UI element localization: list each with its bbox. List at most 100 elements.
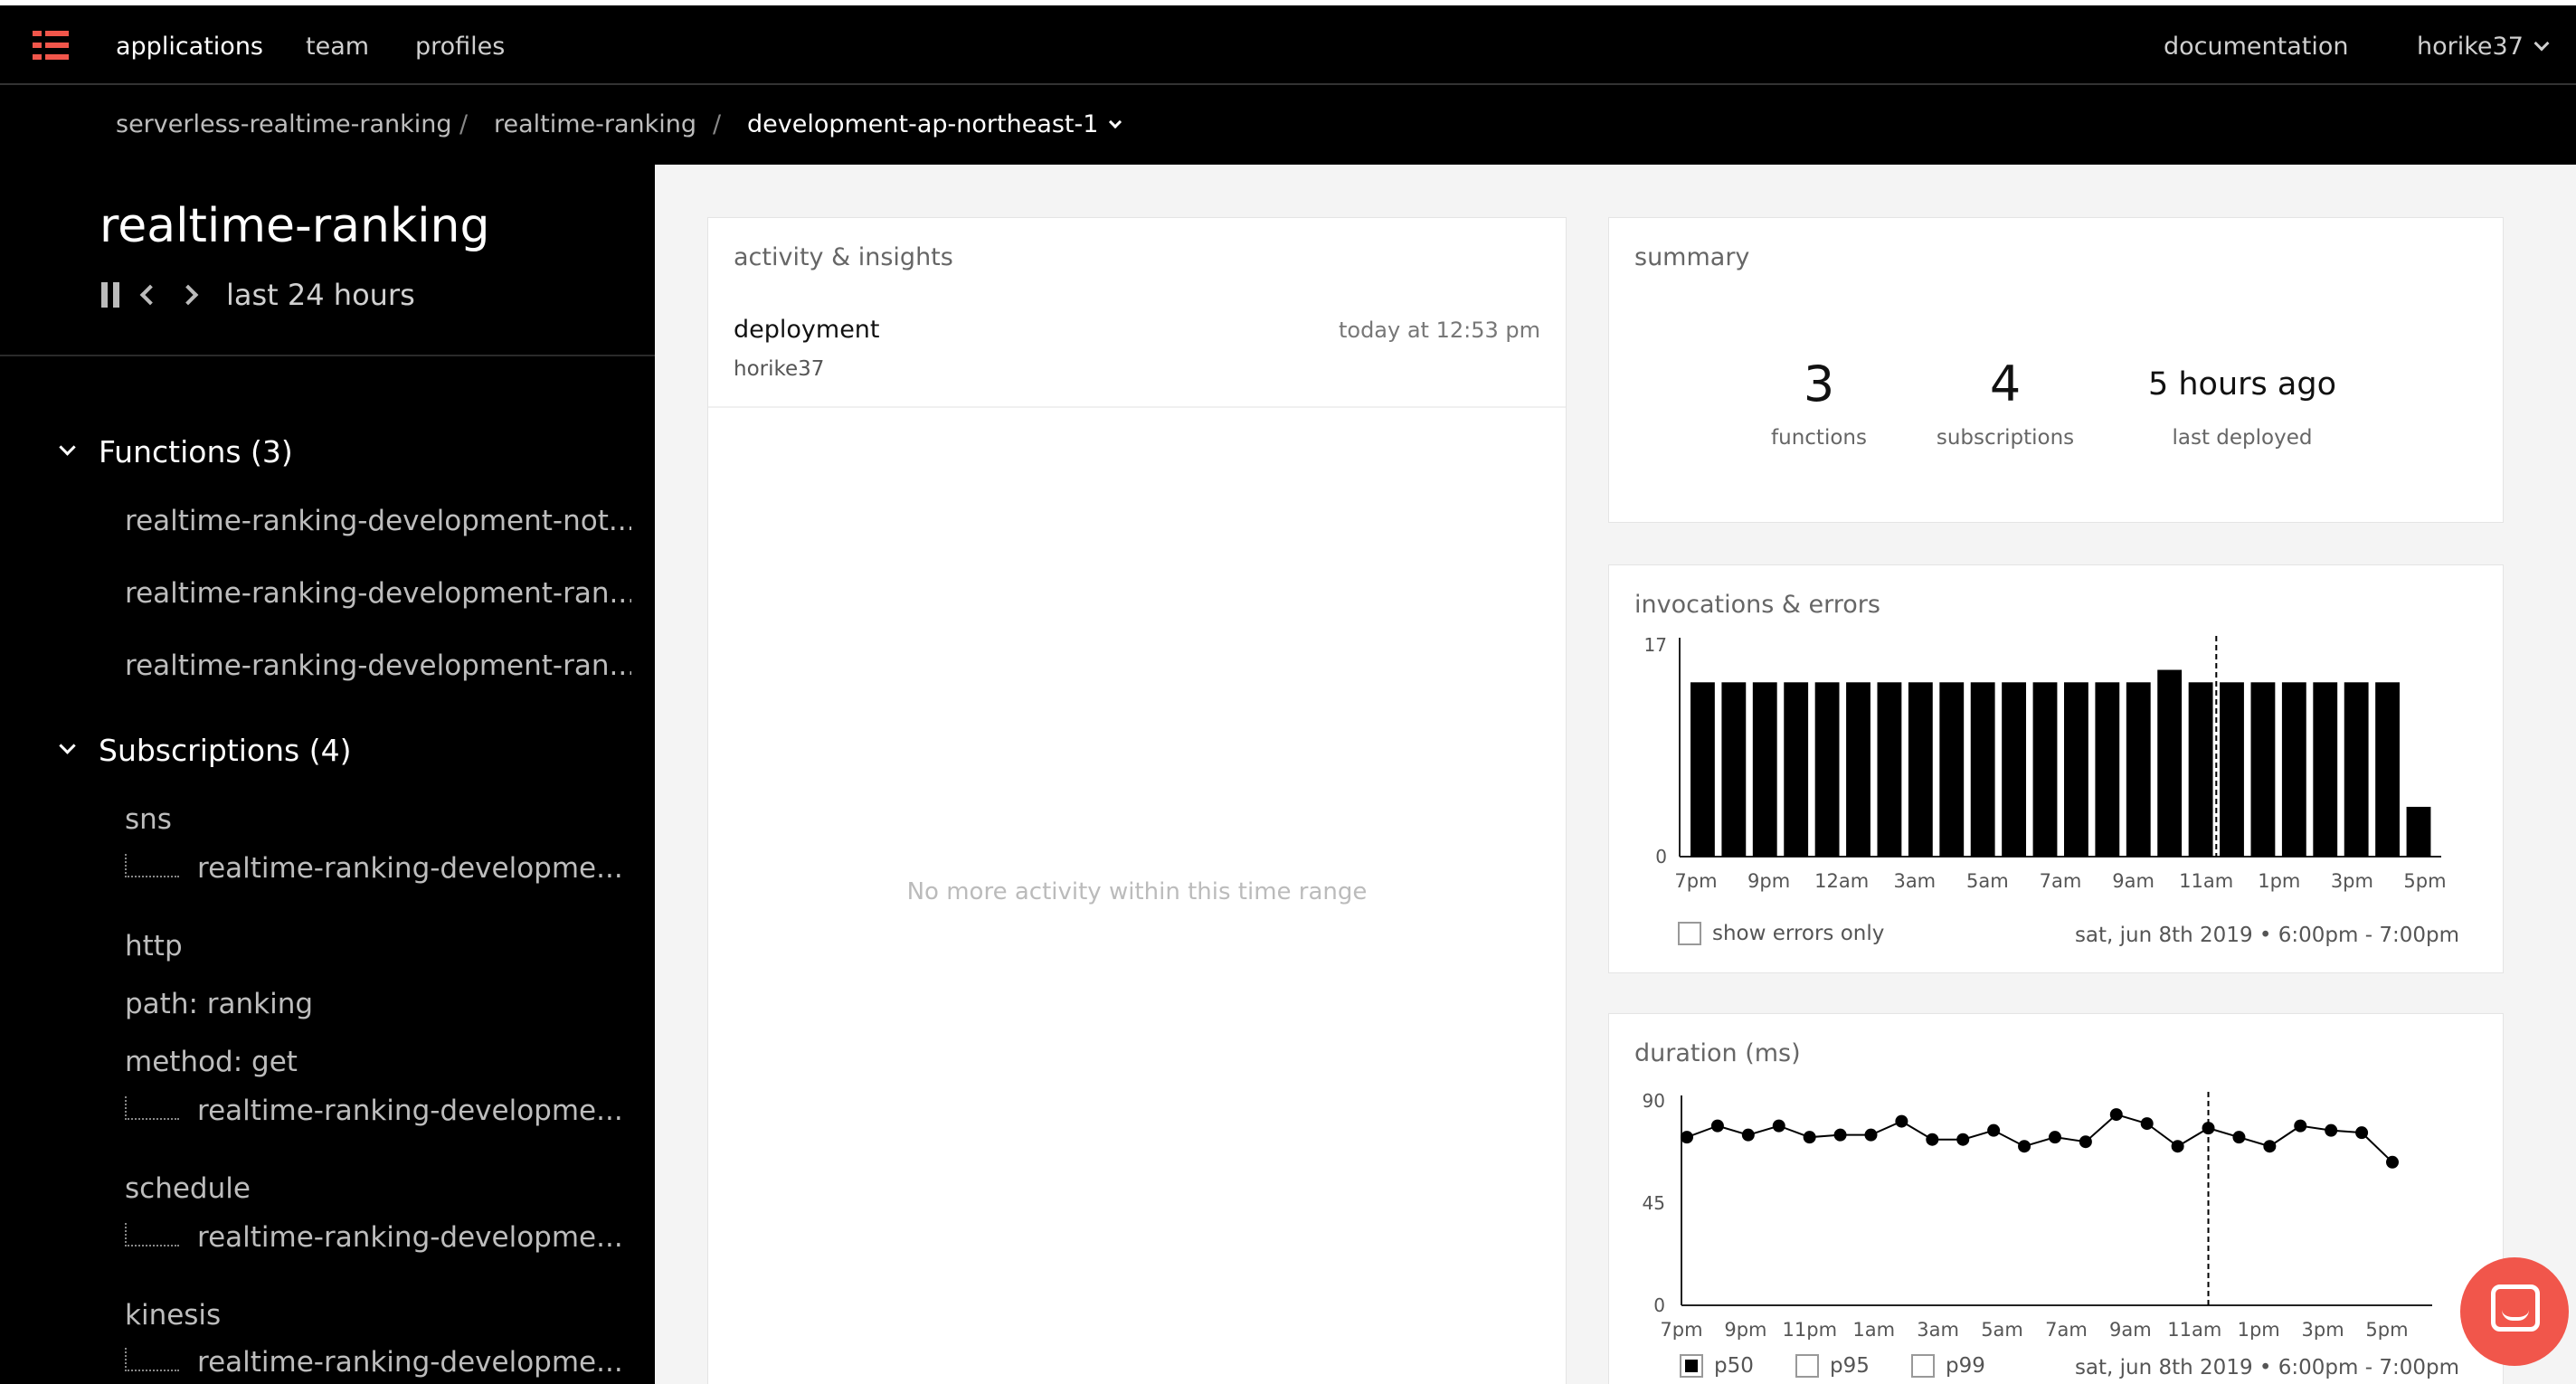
nav-profiles[interactable]: profiles — [415, 5, 505, 89]
breadcrumb-service[interactable]: realtime-ranking — [494, 85, 696, 165]
data-point — [1772, 1119, 1785, 1133]
subscriptions-group-header[interactable]: Subscriptions (4) — [59, 733, 351, 768]
chevron-left-icon[interactable] — [139, 284, 161, 306]
chart-bar — [1814, 682, 1840, 857]
chart-bar — [1877, 682, 1902, 857]
show-errors-toggle[interactable]: show errors only — [1678, 922, 1884, 945]
data-point — [2232, 1131, 2246, 1144]
function-item[interactable]: realtime-ranking-development-not... — [125, 505, 631, 537]
stat-last-deployed-value: 5 hours ago — [2147, 366, 2336, 403]
y-tick-label: 90 — [1643, 1090, 1665, 1112]
data-point — [1895, 1114, 1908, 1128]
stat-functions-label: functions — [1771, 426, 1867, 450]
chart-bar — [2250, 682, 2276, 857]
show-errors-checkbox[interactable] — [1678, 922, 1701, 945]
x-tick-label: 9pm — [1747, 870, 1790, 892]
time-controls: last 24 hours — [101, 277, 415, 313]
chart-bar — [2406, 806, 2431, 857]
data-point — [1956, 1133, 1970, 1146]
legend-p99[interactable]: p99 — [1911, 1354, 1985, 1378]
breadcrumb-stage-selector[interactable]: development-ap-northeast-1 — [747, 85, 1122, 165]
data-point — [2079, 1135, 2092, 1149]
function-item[interactable]: realtime-ranking-development-ran... — [125, 577, 631, 610]
documentation-link[interactable]: documentation — [2164, 5, 2349, 89]
breadcrumb-separator: / — [713, 110, 722, 138]
chart-bar — [2281, 682, 2306, 857]
chart-bar — [2126, 682, 2151, 857]
y-tick-label: 45 — [1643, 1192, 1665, 1214]
activity-card: activity & insights deployment horike37 … — [707, 217, 1567, 1384]
x-tick-label: 7pm — [1674, 870, 1717, 892]
chevron-down-icon — [59, 737, 76, 754]
data-point — [1803, 1131, 1816, 1144]
subscription-type-kinesis: kinesis — [125, 1299, 222, 1332]
activity-time: today at 12:53 pm — [1338, 318, 1540, 343]
legend-p50[interactable]: p50 — [1680, 1354, 1754, 1378]
x-tick-label: 3pm — [2331, 870, 2373, 892]
subscription-function: realtime-ranking-developme... — [197, 1095, 623, 1127]
x-tick-label: 9am — [2112, 870, 2155, 892]
chart-bar — [1939, 682, 1965, 857]
service-title: realtime-ranking — [99, 199, 490, 253]
nav-applications[interactable]: applications — [116, 5, 263, 89]
stat-last-deployed: 5 hours ago last deployed — [2143, 350, 2342, 450]
invocations-card: invocations & errors 0 17 7pm 9pm 12am 3am 5am… — [1608, 564, 2504, 973]
chevron-right-icon[interactable] — [177, 284, 199, 306]
time-range-label[interactable]: last 24 hours — [226, 278, 415, 312]
data-point — [2171, 1140, 2184, 1153]
stat-last-deployed-label: last deployed — [2172, 426, 2313, 450]
data-point — [2386, 1155, 2399, 1169]
chat-widget-button[interactable] — [2460, 1257, 2569, 1366]
p95-checkbox[interactable] — [1795, 1354, 1819, 1378]
chevron-down-icon — [59, 439, 76, 456]
legend-p95-label: p95 — [1830, 1354, 1870, 1378]
subscription-function: realtime-ranking-developme... — [197, 1221, 623, 1254]
user-name: horike37 — [2417, 33, 2524, 61]
chart-bar — [2188, 682, 2213, 857]
subscription-item[interactable]: realtime-ranking-developme... — [125, 852, 623, 885]
chat-icon — [2491, 1284, 2540, 1332]
subscription-item[interactable]: realtime-ranking-developme... — [125, 1221, 623, 1254]
pause-icon[interactable] — [101, 282, 119, 308]
stat-functions: 3 functions — [1719, 350, 1918, 450]
activity-event[interactable]: deployment — [734, 316, 880, 344]
activity-user: horike37 — [734, 357, 825, 381]
serverless-logo-icon[interactable] — [33, 29, 69, 62]
breadcrumb-stage: development-ap-northeast-1 — [747, 110, 1099, 138]
subscription-type-sns: sns — [125, 803, 172, 836]
duration-chart[interactable]: 0 45 90 7pm 9pm 11pm 1am 3am 5am 7am 9am 11am 1pm 3pm… — [1609, 1077, 2505, 1340]
invocations-title: invocations & errors — [1634, 591, 1880, 619]
legend-p95[interactable]: p95 — [1795, 1354, 1870, 1378]
tree-connector — [125, 1096, 179, 1120]
x-tick-label: 7am — [2040, 870, 2082, 892]
subscription-item[interactable]: realtime-ranking-developme... — [125, 1346, 623, 1379]
data-point — [2355, 1126, 2369, 1140]
stat-functions-value: 3 — [1803, 355, 1835, 412]
chart-bar — [2032, 682, 2058, 857]
chart-bar — [2375, 682, 2401, 857]
data-point — [1926, 1133, 1939, 1146]
activity-title: activity & insights — [734, 243, 953, 271]
chart-bar — [1784, 682, 1809, 857]
data-point — [1681, 1131, 1693, 1144]
summary-card: summary 3 functions 4 subscriptions 5 ho… — [1608, 217, 2504, 523]
x-tick-label: 1pm — [2258, 870, 2300, 892]
data-point — [2140, 1117, 2154, 1131]
p99-checkbox[interactable] — [1911, 1354, 1935, 1378]
duration-title: duration (ms) — [1634, 1039, 1801, 1067]
function-item[interactable]: realtime-ranking-development-ran... — [125, 649, 631, 682]
functions-group-header[interactable]: Functions (3) — [59, 434, 293, 469]
chart-bar — [2220, 682, 2244, 857]
p50-checkbox[interactable] — [1680, 1354, 1703, 1378]
data-point — [2294, 1119, 2307, 1133]
invocations-chart[interactable]: 0 17 7pm 9pm 12am 3am 5am 7am 9am 11am 1pm 3pm 5pm — [1609, 629, 2505, 900]
sidebar-divider — [0, 355, 655, 356]
breadcrumb-app[interactable]: serverless-realtime-ranking — [116, 85, 452, 165]
x-tick-label: 11pm — [1783, 1319, 1838, 1340]
subscription-function: realtime-ranking-developme... — [197, 1346, 623, 1379]
sidebar: realtime-ranking last 24 hours Functions… — [0, 165, 655, 1384]
x-tick-label: 11am — [2167, 1319, 2221, 1340]
user-menu[interactable]: horike37 — [2417, 5, 2550, 89]
subscription-item[interactable]: realtime-ranking-developme... — [125, 1095, 623, 1127]
nav-team[interactable]: team — [306, 5, 369, 89]
